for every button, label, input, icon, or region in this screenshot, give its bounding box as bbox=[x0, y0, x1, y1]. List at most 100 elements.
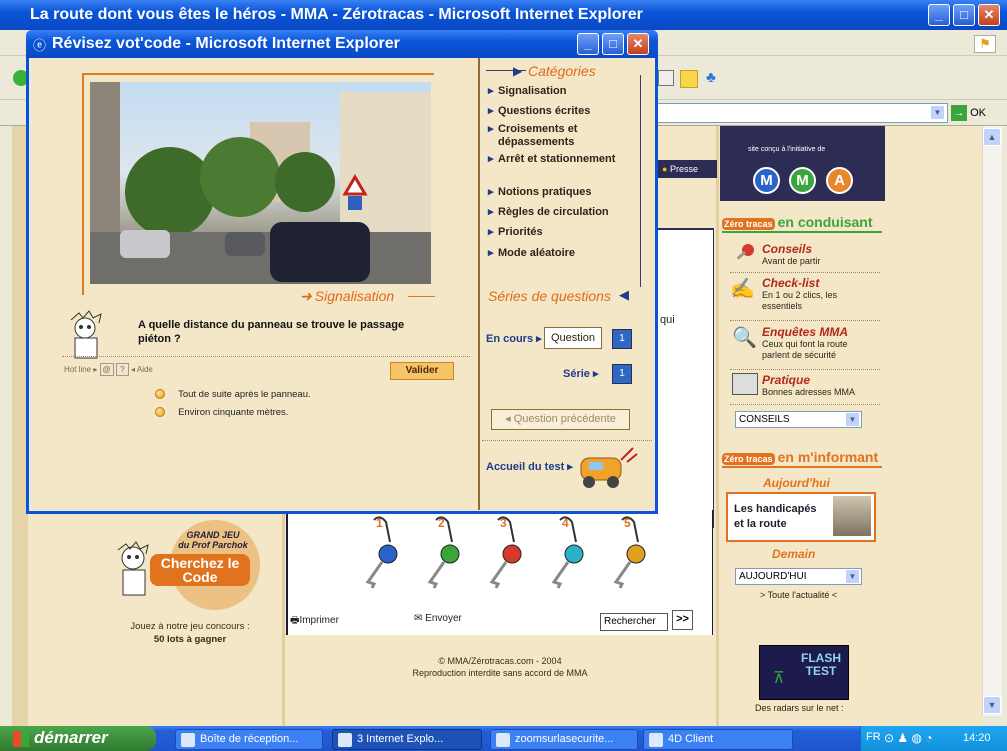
answer-option[interactable]: Environ cinquante mètres. bbox=[155, 406, 288, 418]
taskbar-item[interactable]: 3 Internet Explo... bbox=[332, 729, 482, 750]
envoyer-link[interactable]: ✉ Envoyer bbox=[414, 613, 462, 624]
serie-label: Série ▸ bbox=[563, 368, 599, 380]
key-item[interactable]: 2 bbox=[422, 512, 472, 592]
question-text: A quelle distance du panneau se trouve l… bbox=[138, 319, 405, 345]
category-item[interactable]: ▸ Signalisation bbox=[488, 85, 628, 98]
question-number[interactable]: 1 bbox=[612, 329, 632, 349]
bullet-icon: ● bbox=[662, 164, 668, 174]
category-item[interactable]: ▸ Croisements et dépassements bbox=[488, 123, 628, 149]
key-item[interactable]: 5 bbox=[608, 512, 658, 592]
chevron-down-icon[interactable]: ▼ bbox=[845, 569, 860, 584]
menu-conseils[interactable]: Conseils Avant de partir bbox=[762, 242, 820, 267]
serie-number[interactable]: 1 bbox=[612, 364, 632, 384]
toy-car-illustration[interactable] bbox=[575, 440, 641, 492]
mma-logo-a: A bbox=[826, 167, 853, 194]
prof-avatar bbox=[63, 310, 113, 360]
divider bbox=[730, 369, 880, 370]
category-item[interactable]: ▸ Règles de circulation bbox=[488, 206, 628, 219]
answer-radio[interactable] bbox=[155, 389, 165, 400]
category-item[interactable]: ▸ Mode aléatoire bbox=[488, 247, 628, 260]
toute-actualite-link[interactable]: > Toute l'actualité < bbox=[760, 590, 837, 600]
conduisant-header: Zéro tracas en conduisant bbox=[722, 214, 882, 233]
news-title[interactable]: Les handicapés et la route bbox=[734, 502, 824, 532]
arrow-left-icon: ◂ bbox=[505, 413, 511, 425]
windows-logo-icon bbox=[13, 731, 29, 747]
messenger-icon[interactable]: ♣ bbox=[706, 69, 716, 86]
flash-test-label: FLASH TEST bbox=[801, 651, 841, 678]
popup-maximize-button[interactable]: □ bbox=[602, 33, 624, 55]
search-submit-button[interactable]: >> bbox=[672, 610, 693, 630]
ie-icon: ⓔ bbox=[33, 38, 47, 53]
prev-question-button[interactable]: ◂ Question précédente bbox=[491, 409, 630, 430]
answer-option[interactable]: Tout de suite après le panneau. bbox=[155, 388, 311, 400]
keys-row: 1 2 3 4 5 bbox=[360, 512, 660, 592]
valider-button[interactable]: Valider bbox=[390, 362, 454, 380]
background-window-title: La route dont vous êtes le héros - MMA -… bbox=[0, 0, 1007, 30]
divider bbox=[730, 272, 880, 273]
section-label: ➜ Signalisation bbox=[300, 288, 395, 304]
category-item[interactable]: ▸ Priorités bbox=[488, 226, 628, 239]
series-title: Séries de questions bbox=[488, 288, 611, 304]
key-number: 3 bbox=[500, 516, 507, 530]
presse-link[interactable]: ● Presse bbox=[662, 164, 698, 174]
clock: 14:20 bbox=[963, 732, 991, 744]
go-button[interactable]: → OK bbox=[951, 103, 1001, 123]
accueil-link[interactable]: Accueil du test ▸ bbox=[486, 460, 573, 473]
go-arrow-icon: → bbox=[951, 105, 967, 122]
category-item[interactable]: ▸ Notions pratiques bbox=[488, 186, 628, 199]
key-item[interactable]: 1 bbox=[360, 512, 410, 592]
print-icon[interactable] bbox=[658, 70, 674, 86]
notes-icon[interactable] bbox=[680, 70, 698, 88]
taskbar-item[interactable]: zoomsurlasecurite... bbox=[490, 729, 638, 750]
key-item[interactable]: 3 bbox=[484, 512, 534, 592]
mma-logo-m2: M bbox=[789, 167, 816, 194]
cherchez-le-code-logo[interactable]: Cherchez le Code bbox=[150, 554, 250, 586]
menu-pratique[interactable]: Pratique Bonnes adresses MMA bbox=[762, 373, 877, 398]
category-item[interactable]: ▸ Arrêt et stationnement bbox=[488, 153, 628, 166]
address-dropdown-icon[interactable]: ▼ bbox=[930, 105, 945, 120]
key-item[interactable]: 4 bbox=[546, 512, 596, 592]
envelope-icon: ✉ bbox=[414, 613, 423, 624]
minimize-button[interactable]: _ bbox=[928, 4, 950, 26]
category-item[interactable]: ▸ Questions écrites bbox=[488, 105, 628, 118]
tray-icons[interactable]: ⊙ ♟ ◍ ◔ bbox=[884, 731, 933, 745]
jeu-title[interactable]: GRAND JEU du Prof Parchok bbox=[158, 530, 268, 550]
aujourdhui-select[interactable]: AUJOURD'HUI bbox=[735, 568, 862, 585]
chevron-down-icon[interactable]: ▼ bbox=[845, 412, 860, 427]
footer: © MMA/Zérotracas.com - 2004 Reproduction… bbox=[330, 655, 670, 679]
demain-title: Demain bbox=[772, 547, 816, 561]
key-number: 1 bbox=[376, 516, 383, 530]
content-panel bbox=[658, 228, 714, 528]
scroll-up-icon[interactable]: ▲ bbox=[983, 128, 1001, 146]
imprimer-link[interactable]: 🖶Imprimer bbox=[290, 613, 339, 630]
categories-bracket bbox=[640, 75, 641, 287]
answer-radio[interactable] bbox=[155, 407, 165, 418]
rights-text: Reproduction interdite sans accord de MM… bbox=[412, 668, 588, 678]
popup-minimize-button[interactable]: _ bbox=[577, 33, 599, 55]
scroll-down-icon[interactable]: ▼ bbox=[983, 696, 1001, 714]
menu-check-list[interactable]: Check-list En 1 ou 2 clics, les essentiel… bbox=[762, 276, 877, 312]
key-number: 5 bbox=[624, 516, 631, 530]
help-icon[interactable]: ? bbox=[115, 363, 129, 376]
search-input[interactable]: Rechercher bbox=[600, 613, 668, 631]
news-photo bbox=[833, 496, 871, 536]
close-button[interactable]: ✕ bbox=[978, 4, 1000, 26]
page-scrollbar[interactable] bbox=[982, 126, 1002, 716]
maximize-button[interactable]: □ bbox=[953, 4, 975, 26]
arrow-right-icon: ➜ bbox=[300, 288, 312, 304]
popup-titlebar: Révisez vot'code - Microsoft Internet Ex… bbox=[26, 30, 658, 58]
arrow-right-icon: ▶ bbox=[513, 64, 523, 78]
taskbar-item[interactable]: 4D Client bbox=[643, 729, 793, 750]
menu-enquetes[interactable]: Enquêtes MMA Ceux qui font la route parle… bbox=[762, 325, 877, 361]
at-icon[interactable]: @ bbox=[99, 363, 114, 376]
arrow-left-icon: ◀ bbox=[619, 287, 629, 302]
taskbar-item[interactable]: Boîte de réception... bbox=[175, 729, 323, 750]
language-indicator[interactable]: FR bbox=[866, 731, 881, 743]
aujourdhui-title: Aujourd'hui bbox=[763, 476, 830, 490]
key-number: 4 bbox=[562, 516, 569, 530]
popup-close-button[interactable]: ✕ bbox=[627, 33, 649, 55]
mma-logo-m1: M bbox=[753, 167, 780, 194]
app-icon bbox=[338, 733, 352, 747]
windows-flag-icon: ⚑ bbox=[974, 35, 996, 53]
conseils-select[interactable]: CONSEILS bbox=[735, 411, 862, 428]
